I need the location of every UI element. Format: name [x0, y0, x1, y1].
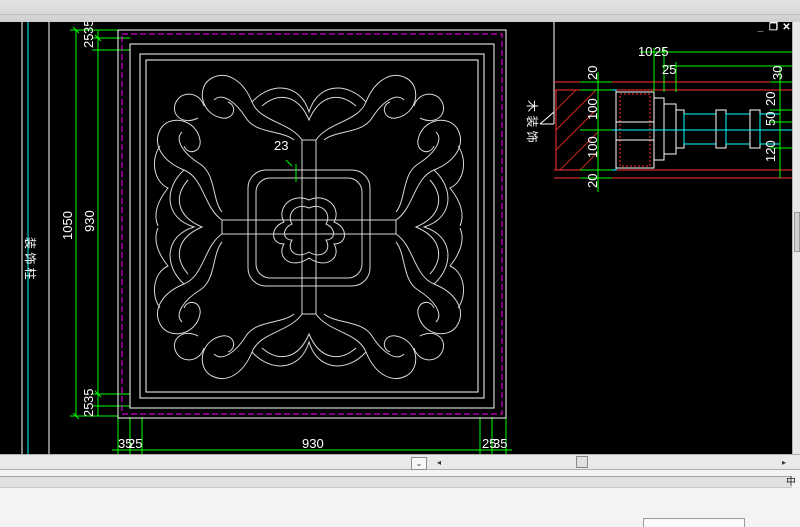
minimize-button[interactable]: _ [755, 22, 766, 33]
dim-left-930: 930 [82, 210, 97, 232]
close-button[interactable]: ✕ [781, 22, 792, 33]
layout-tab-bar [0, 454, 800, 470]
command-line-strip[interactable] [0, 476, 792, 488]
dim-sec-10: 10 [638, 44, 652, 59]
dim-left-1050: 1050 [60, 211, 75, 240]
horizontal-scroll-thumb[interactable] [576, 456, 588, 468]
dim-sec-right-50: 50 [763, 112, 778, 126]
left-vertical-note: 装 饰 柱 [23, 237, 38, 280]
dim-bottom-25: 25 [128, 436, 142, 451]
dim-left-top-35: 35 [81, 22, 96, 34]
toolbar-strip [0, 0, 800, 23]
dim-sec-25a: 25 [654, 44, 668, 59]
cad-drawing[interactable]: 装 饰 柱 25 35 1050 930 35 25 35 25 930 25 … [0, 22, 792, 454]
scroll-left-arrow-icon[interactable]: ◂ [433, 457, 445, 468]
panel-frame [117, 29, 507, 419]
vertical-scrollbar[interactable] [792, 22, 800, 454]
dim-left-bottom-35: 35 [81, 389, 96, 403]
dim-left-top-25: 25 [81, 34, 96, 48]
dim-bottom-right-35: 35 [493, 436, 507, 451]
dim-sec-v100-top: 100 [585, 98, 600, 120]
dim-sec-25b: 25 [662, 62, 676, 77]
restore-button[interactable]: ❐ [768, 22, 779, 33]
label-23-marker [285, 159, 297, 182]
dim-left-bottom-25: 25 [81, 403, 96, 417]
dim-sec-v100-bottom: 100 [585, 136, 600, 158]
mdi-window-controls: _ ❐ ✕ [754, 22, 792, 35]
lattice-ornament [153, 75, 465, 379]
toolbar-divider [0, 14, 800, 15]
input-method-indicator[interactable]: 中 [786, 473, 796, 488]
left-dimension-lines [70, 26, 130, 420]
dim-sec-v20-top: 20 [585, 66, 600, 80]
section-note: 木 装 饰 [525, 100, 539, 143]
dim-sec-right-20: 20 [763, 92, 778, 106]
label-23: 23 [274, 138, 288, 153]
drawing-canvas[interactable]: 装 饰 柱 25 35 1050 930 35 25 35 25 930 25 … [0, 22, 792, 454]
vertical-scroll-thumb[interactable] [794, 212, 800, 252]
dim-sec-right-120: 120 [763, 140, 778, 162]
layout-tab-dropdown-button[interactable]: ⌄ [411, 457, 427, 470]
dim-sec-v20-bottom: 20 [585, 174, 600, 188]
scroll-right-arrow-icon[interactable]: ▸ [778, 457, 790, 468]
dim-bottom-930: 930 [302, 436, 324, 451]
dim-sec-30: 30 [770, 66, 785, 80]
